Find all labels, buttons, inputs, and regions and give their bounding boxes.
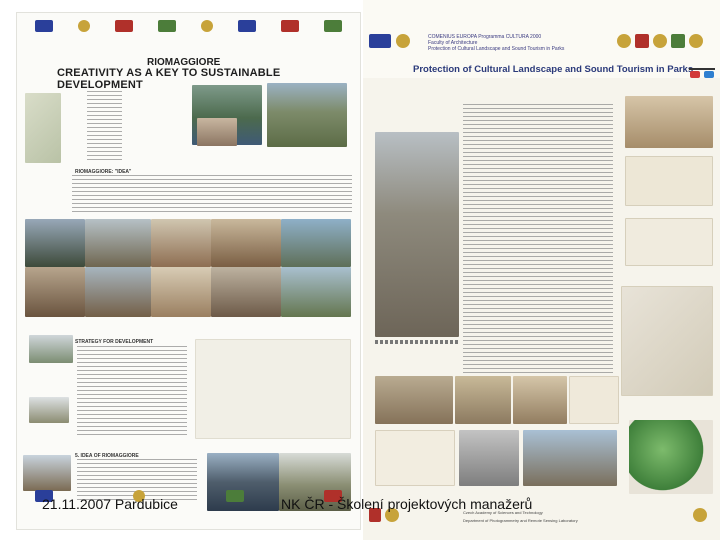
facade-photo: [625, 96, 713, 148]
landscape-photo: [281, 267, 351, 317]
idea-text-block: [72, 175, 352, 213]
park-logo-icon: [158, 20, 176, 32]
section-heading: STRATEGY FOR DEVELOPMENT: [75, 339, 154, 345]
footer-org-line: Department of Photogrammetry and Remote …: [463, 518, 578, 523]
footer-date: 21.11.2007 Pardubice: [42, 496, 178, 512]
seal-icon: [653, 34, 667, 48]
crest-icon: [115, 20, 133, 32]
houses-photo: [151, 219, 211, 267]
left-poster-logo-row: [17, 15, 360, 37]
castle-on-hill-photo: [29, 397, 69, 423]
eu-flag-icon: [35, 20, 53, 32]
castle-photo: [85, 219, 151, 267]
intro-text-column: [463, 104, 613, 374]
village-photo-small: [197, 118, 237, 146]
model-render: [459, 430, 519, 486]
portal-photo: [513, 376, 567, 424]
hill-village-photo: [29, 335, 73, 363]
church-photo: [25, 219, 85, 267]
map-image: [25, 93, 61, 163]
seal-icon: [396, 34, 410, 48]
seal-icon: [693, 508, 707, 522]
crest-icon: [281, 20, 299, 32]
intro-text-block: [87, 91, 122, 163]
photo-caption: [375, 340, 459, 344]
strategy-text-block: [77, 346, 187, 436]
left-poster: RIOMAGGIORE CREATIVITY AS A KEY TO SUSTA…: [16, 12, 361, 530]
arch-photo-detail: [455, 376, 511, 424]
tower-photo: [85, 267, 151, 317]
portal-drawing: [569, 376, 619, 424]
sketch-image: [195, 339, 351, 439]
right-poster: COMENIUS EUROPA Programma CULTURA 2000 F…: [363, 0, 720, 540]
street-photo: [25, 267, 85, 317]
seal-icon: [201, 20, 213, 32]
glasses-3d-icon: [689, 68, 715, 78]
harbour-photo: [281, 219, 351, 267]
seal-icon: [617, 34, 631, 48]
header-line: Protection of Cultural Landscape and Sou…: [428, 46, 565, 52]
square-photo: [151, 267, 211, 317]
seal-icon: [78, 20, 90, 32]
park-logo-icon: [671, 34, 685, 48]
arch-photo: [375, 376, 453, 424]
park-logo-icon: [324, 20, 342, 32]
footer-training-title: NK ČR - Školení projektových manažerů: [281, 496, 533, 512]
cloister-photo: [523, 430, 617, 486]
right-poster-title: Protection of Cultural Landscape and Sou…: [413, 64, 694, 75]
church-tower-photo: [375, 132, 459, 337]
terrain-model: [621, 286, 713, 396]
crest-icon: [635, 34, 649, 48]
lane-photo: [211, 267, 281, 317]
section-drawing: [625, 218, 713, 266]
terraces-photo: [267, 83, 347, 147]
village-photo: [211, 219, 281, 267]
seal-icon: [689, 34, 703, 48]
facade-drawing: [625, 156, 713, 206]
park-logo-icon: [225, 490, 244, 502]
green-3d-model: [629, 420, 713, 494]
house-sketch: [375, 430, 455, 486]
eu-flag-icon: [369, 34, 391, 48]
flag-icon: [238, 20, 256, 32]
